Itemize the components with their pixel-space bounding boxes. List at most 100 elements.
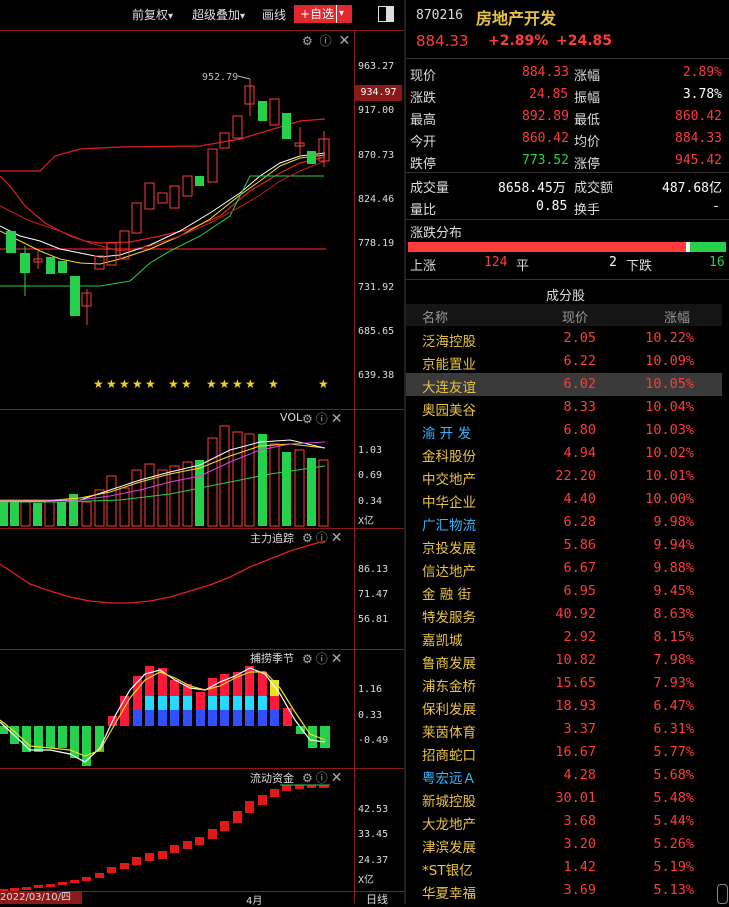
quote-label: 量比	[410, 203, 437, 218]
list-item[interactable]: 中交地产 22.20 10.01%	[406, 465, 722, 488]
stock-price: 6.67	[563, 560, 596, 576]
adjust-dropdown[interactable]: 前复权▾	[132, 6, 173, 23]
stock-name: 京投发展	[422, 541, 476, 557]
vol-axis-label: 1.03	[358, 445, 383, 456]
flow-chart[interactable]	[0, 769, 354, 891]
list-item[interactable]: 招商蛇口 16.67 5.77%	[406, 741, 722, 764]
list-item[interactable]: 广汇物流 6.28 9.98%	[406, 511, 722, 534]
stock-name: 大连友谊	[422, 380, 476, 396]
stock-change: 10.05%	[645, 376, 694, 392]
list-item[interactable]: 华夏幸福 3.69 5.13%	[406, 879, 722, 902]
candlestick-chart[interactable]: 952.79 ★ ★ ★ ★ ★ ★ ★ ★ ★ ★ ★ ★ ★	[0, 31, 354, 409]
list-item[interactable]: *ST银亿 1.42 5.19%	[406, 856, 722, 879]
stock-name: 信达地产	[422, 564, 476, 580]
season-axis: -0.49	[358, 735, 389, 746]
star-icon: ★	[106, 377, 117, 391]
candle	[6, 231, 16, 253]
stock-change: 10.02%	[645, 445, 694, 461]
quote-row: 现价 884.33 涨幅 2.89%	[410, 62, 726, 84]
star-icon: ★	[206, 377, 217, 391]
candle	[70, 276, 80, 316]
stock-name: 渝 开 发	[422, 426, 472, 442]
stock-change: 5.48%	[653, 790, 694, 806]
list-item[interactable]: 渝 开 发 6.80 10.03%	[406, 419, 722, 442]
quote-pane: 870216 房地产开发 884.33 +2.89% +24.85 现价 884…	[406, 0, 729, 904]
price-axis-label: 685.65	[358, 326, 395, 337]
list-item[interactable]: 金 融 街 6.95 9.45%	[406, 580, 722, 603]
list-item[interactable]: 泛海控股 2.05 10.22%	[406, 327, 722, 350]
stock-name: 浦东金桥	[422, 679, 476, 695]
list-item[interactable]: 新城控股 30.01 5.48%	[406, 787, 722, 810]
quote-label: 涨幅	[574, 69, 601, 84]
candle	[144, 182, 155, 210]
panel-toggle-icon[interactable]	[378, 6, 394, 22]
components-list[interactable]: 泛海控股 2.05 10.22% 京能置业 6.22 10.09% 大连友谊 6.02 10.0…	[406, 327, 722, 904]
chevron-down-icon[interactable]: ▾	[339, 5, 344, 23]
quote-row: 今开 860.42 均价 884.33	[410, 128, 726, 150]
quote-label: 成交量	[410, 181, 450, 196]
add-watchlist-button[interactable]: +自选 ▾	[294, 5, 352, 23]
list-item[interactable]: 奥园美谷 8.33 10.04%	[406, 396, 722, 419]
panel-toggle-fill	[386, 7, 393, 21]
candle	[232, 115, 243, 139]
quote-value: 24.85	[529, 87, 569, 102]
stock-change: 10.00%	[645, 491, 694, 507]
list-item[interactable]: 津滨发展 3.20 5.26%	[406, 833, 722, 856]
main-track-chart[interactable]	[0, 529, 354, 649]
list-item[interactable]: 信达地产 6.67 9.88%	[406, 557, 722, 580]
stock-price: 6.02	[563, 376, 596, 392]
overlay-dropdown[interactable]: 超级叠加▾	[192, 6, 245, 23]
vol-unit: X亿	[358, 516, 375, 527]
list-item[interactable]: 金科股份 4.94 10.02%	[406, 442, 722, 465]
candle	[258, 101, 267, 121]
star-icon: ★	[181, 377, 192, 391]
date-axis-start: 2022/03/10/四	[0, 892, 82, 904]
list-item[interactable]: 浦东金桥 15.65 7.93%	[406, 672, 722, 695]
draw-button[interactable]: 画线	[262, 6, 286, 23]
scrollbar-thumb[interactable]	[717, 884, 728, 904]
list-item[interactable]: 莱茵体育 3.37 6.31%	[406, 718, 722, 741]
stock-price: 16.67	[555, 744, 596, 760]
quote-label: 今开	[410, 135, 437, 150]
main-track-axis: 71.47	[358, 589, 389, 600]
period-button[interactable]: 日线	[366, 891, 388, 907]
price-axis-label: 778.19	[358, 238, 395, 249]
stock-price: 4.94	[563, 445, 596, 461]
quote-value: 2.89%	[682, 65, 722, 80]
list-item[interactable]: 京能置业 6.22 10.09%	[406, 350, 722, 373]
chart-pane[interactable]: 前复权▾ 超级叠加▾ 画线 +自选 ▾ ⚙ ⓘ ✕ 963.27 917.00 …	[0, 0, 404, 907]
header-change: +24.85	[556, 33, 613, 49]
stock-name: 华夏幸福	[422, 886, 476, 902]
season-bars-cyan	[145, 696, 267, 710]
stock-price: 18.93	[555, 698, 596, 714]
flow-unit: X亿	[358, 875, 375, 886]
list-item[interactable]: 鲁商发展 10.82 7.98%	[406, 649, 722, 672]
add-watchlist-label: +自选	[300, 7, 335, 21]
list-item[interactable]: 大龙地产 3.68 5.44%	[406, 810, 722, 833]
list-item[interactable]: 特发服务 40.92 8.63%	[406, 603, 722, 626]
season-chart[interactable]	[0, 650, 354, 768]
list-item[interactable]: 保利发展 18.93 6.47%	[406, 695, 722, 718]
list-item[interactable]: 京投发展 5.86 9.94%	[406, 534, 722, 557]
season-bars-blue	[133, 710, 279, 726]
list-item[interactable]: 嘉凯城 2.92 8.15%	[406, 626, 722, 649]
stock-price: 3.69	[563, 882, 596, 898]
volume-chart[interactable]	[0, 410, 354, 528]
vol-ma-white	[0, 439, 326, 503]
overlay-label: 超级叠加	[192, 8, 241, 22]
down-count: 16	[709, 255, 725, 270]
list-item[interactable]: 中华企业 4.40 10.00%	[406, 488, 722, 511]
flow-axis: 24.37	[358, 855, 389, 866]
list-item[interactable]: 大连友谊 6.02 10.05%	[406, 373, 722, 396]
stock-change: 5.19%	[653, 859, 694, 875]
col-price-header[interactable]: 现价	[562, 307, 588, 326]
col-change-header[interactable]: 涨幅	[664, 307, 690, 326]
star-icon: ★	[318, 377, 329, 391]
list-item[interactable]: 粤宏远Ａ 4.28 5.68%	[406, 764, 722, 787]
col-name-header[interactable]: 名称	[422, 307, 448, 326]
quote-label: 振幅	[574, 91, 601, 106]
price-axis-label: 917.00	[358, 105, 395, 116]
quote-label: 最低	[574, 113, 601, 128]
price-axis-label: 963.27	[358, 61, 395, 72]
candles	[6, 79, 330, 325]
